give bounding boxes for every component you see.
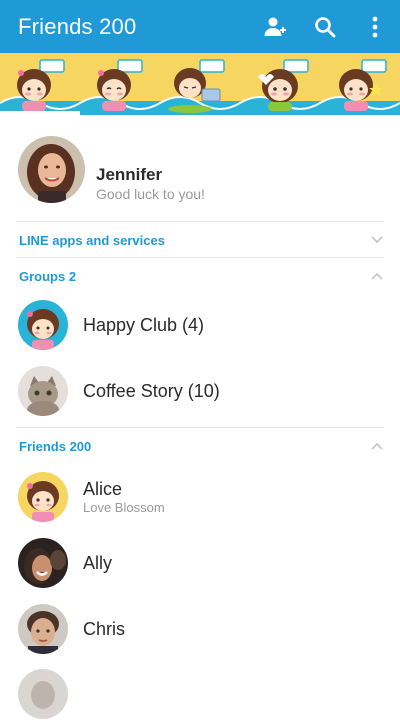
friend-row-alice[interactable]: Alice Love Blossom <box>0 465 400 529</box>
profile-status-message: Good luck to you! <box>96 186 205 202</box>
friend-photo-chris <box>18 604 68 654</box>
friend-row-partial[interactable] <box>0 663 400 727</box>
avatar <box>18 300 68 350</box>
section-header-friends[interactable]: Friends 200 <box>0 429 400 463</box>
avatar <box>18 136 85 203</box>
divider <box>16 221 384 222</box>
section-label-apps: LINE apps and services <box>19 233 165 248</box>
more-vertical-icon <box>372 16 378 37</box>
chevron-up-icon <box>371 272 383 280</box>
chevron-down-icon <box>371 236 383 244</box>
divider <box>16 257 384 258</box>
friend-photo-alice <box>18 472 68 522</box>
group-name: Happy Club (4) <box>83 315 205 335</box>
profile-photo <box>18 136 85 203</box>
group-row-happy-club[interactable]: Happy Club (4) <box>0 295 400 359</box>
group-row-coffee-story[interactable]: Coffee Story (10) <box>0 361 400 425</box>
chevron-up-icon <box>371 442 383 450</box>
avatar <box>18 538 68 588</box>
section-header-groups[interactable]: Groups 2 <box>0 259 400 293</box>
avatar <box>18 604 68 654</box>
app-bar: Friends 200 <box>0 0 400 53</box>
sticker-tab-5[interactable] <box>332 57 392 113</box>
group-name: Coffee Story (10) <box>83 381 220 401</box>
search-icon <box>315 16 336 37</box>
selected-tab-indicator <box>0 111 80 115</box>
section-header-apps[interactable]: LINE apps and services <box>0 223 400 257</box>
add-friend-button[interactable] <box>250 0 300 53</box>
page-title: Friends 200 <box>18 13 137 39</box>
add-friend-icon <box>264 17 286 36</box>
friend-photo-ally <box>18 538 68 588</box>
friend-photo-partial <box>18 669 68 719</box>
friend-name: Chris <box>83 619 126 639</box>
avatar <box>18 472 68 522</box>
search-button[interactable] <box>300 0 350 53</box>
sticker-tab-1[interactable] <box>8 57 68 113</box>
sticker-tab-2[interactable] <box>86 57 146 113</box>
group-photo-happy-club <box>18 300 68 350</box>
my-profile-row[interactable]: Jennifer Good luck to you! <box>0 130 400 220</box>
avatar <box>18 669 68 719</box>
friend-name: Alice <box>83 479 123 499</box>
sticker-tab-4[interactable] <box>254 57 314 113</box>
app-bar-actions <box>250 0 400 53</box>
section-label-friends: Friends 200 <box>19 439 92 454</box>
friend-status-message: Love Blossom <box>83 500 165 515</box>
group-photo-coffee-story <box>18 366 68 416</box>
friend-name: Ally <box>83 553 113 573</box>
overflow-menu-button[interactable] <box>350 0 400 53</box>
section-label-groups: Groups 2 <box>19 269 77 284</box>
friend-row-ally[interactable]: Ally <box>0 531 400 595</box>
avatar <box>18 366 68 416</box>
profile-name: Jennifer <box>96 165 163 184</box>
sticker-banner <box>0 53 400 115</box>
friend-row-chris[interactable]: Chris <box>0 597 400 661</box>
sticker-tab-3[interactable] <box>166 57 226 113</box>
divider <box>16 427 384 428</box>
